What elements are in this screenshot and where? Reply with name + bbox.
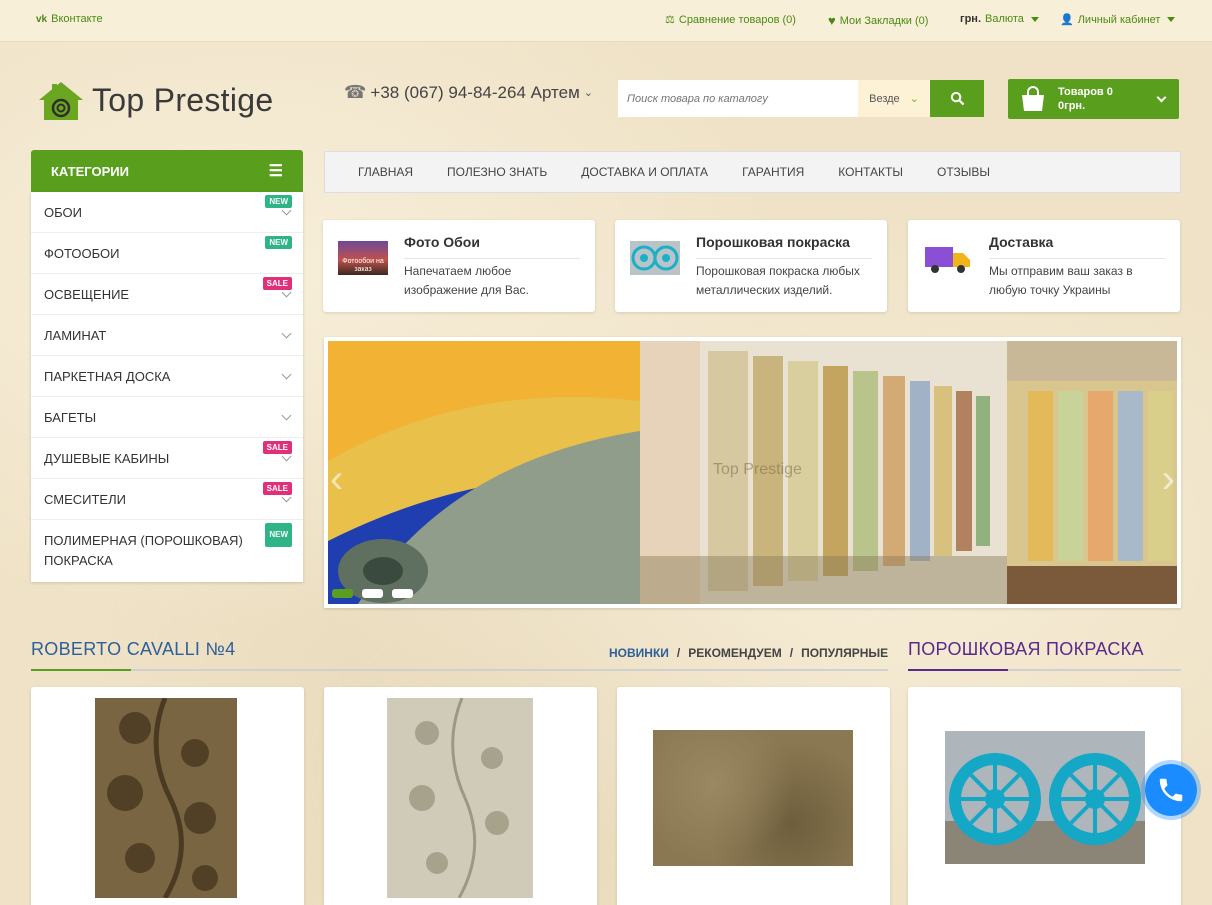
category-item-mixers[interactable]: СМЕСИТЕЛИ SALE [31,479,303,520]
product-image [653,730,853,866]
feature-delivery[interactable]: Доставка Мы отправим ваш заказ в любую т… [908,220,1180,312]
menu-item-warranty[interactable]: ГАРАНТИЯ [742,165,804,179]
compare-link[interactable]: ⚖ Сравнение товаров (0) [665,13,796,27]
chevron-down-icon [281,369,292,379]
product-card[interactable] [31,687,304,905]
bookmarks-link[interactable]: ♥ Мои Закладки (0) [828,13,928,28]
search-input[interactable] [618,80,858,117]
product-card[interactable] [617,687,890,905]
category-item-powder-coating[interactable]: ПОЛИМЕРНАЯ (ПОРОШКОВАЯ) ПОКРАСКА NEW [31,520,303,582]
chevron-down-icon: ⌄ [909,93,919,105]
section-title-powder: ПОРОШКОВАЯ ПОКРАСКА [908,639,1144,659]
search-button[interactable] [930,80,984,117]
slider-watermark: Top Prestige [713,461,802,478]
section-title-roberto: ROBERTO CAVALLI №4 [31,639,236,659]
heart-icon: ♥ [828,13,836,28]
hero-slider: Top Prestige ‹ › [324,337,1181,608]
main-menu: ГЛАВНАЯ ПОЛЕЗНО ЗНАТЬ ДОСТАВКА И ОПЛАТА … [324,151,1181,193]
section-divider [31,669,888,671]
product-image [95,698,237,898]
feature-title: Фото Обои [404,234,580,259]
new-badge: NEW [265,236,292,249]
feature-desc: Мы отправим ваш заказ в любую точку Укра… [989,264,1133,297]
categories-list: ОБОИ NEW ФОТООБОИ NEW ОСВЕЩЕНИЕ SALE ЛАМ… [31,192,303,582]
feature-desc: Порошковая покраска любых металлических … [696,264,860,297]
scales-icon: ⚖ [665,14,675,26]
slider-dot[interactable] [392,589,413,598]
feature-photo-wallpaper[interactable]: Фотообои на заказ Фото Обои Напечатаем л… [323,220,595,312]
slider-dots [332,589,413,598]
feature-title: Доставка [989,234,1165,259]
category-item-lighting[interactable]: ОСВЕЩЕНИЕ SALE [31,274,303,315]
product-image [387,698,533,898]
slider-prev-arrow[interactable]: ‹ [330,457,343,502]
category-item-parquet[interactable]: ПАРКЕТНАЯ ДОСКА [31,356,303,397]
currency-dropdown[interactable]: грн. Валюта [960,13,1039,25]
search-icon [950,91,964,106]
search-bar: Везде ⌄ [618,80,984,117]
chevron-down-icon [1156,92,1167,102]
category-item-fotooboi[interactable]: ФОТООБОИ NEW [31,233,303,274]
product-card[interactable] [324,687,597,905]
cart-count: Товаров 0 [1058,86,1113,98]
chevron-down-icon [281,410,292,420]
tab-new[interactable]: НОВИНКИ [609,646,669,660]
tab-popular[interactable]: ПОПУЛЯРНЫЕ [801,646,888,660]
site-logo[interactable]: Top Prestige [36,78,273,122]
search-scope-dropdown[interactable]: Везде ⌄ [858,80,930,117]
menu-item-reviews[interactable]: ОТЗЫВЫ [937,165,990,179]
hamburger-icon: ☰ [268,163,283,180]
house-logo-icon [39,82,83,120]
slider-next-arrow[interactable]: › [1162,457,1175,502]
caret-down-icon [1030,16,1039,22]
vk-icon: vk [36,13,48,25]
logo-text: Top Prestige [92,81,274,118]
cart-total: 0грн. [1058,100,1086,112]
tab-recommended[interactable]: РЕКОМЕНДУЕМ [688,646,782,660]
slider-dot[interactable] [332,589,353,598]
slide-image[interactable]: Top Prestige [328,341,1177,604]
photo-wallpaper-thumb: Фотообои на заказ [338,241,388,275]
menu-item-contacts[interactable]: КОНТАКТЫ [838,165,903,179]
menu-item-home[interactable]: ГЛАВНАЯ [358,165,413,179]
categories-header[interactable]: КАТЕГОРИИ ☰ [31,150,303,192]
menu-item-useful[interactable]: ПОЛЕЗНО ЗНАТЬ [447,165,547,179]
product-image [945,731,1145,864]
phone-icon [1159,778,1183,802]
caret-down-icon [1167,17,1176,22]
category-item-baguettes[interactable]: БАГЕТЫ [31,397,303,438]
wheels-thumb [630,241,680,275]
currency-code: грн. [960,13,982,25]
product-card[interactable] [908,687,1181,905]
truck-icon [925,247,970,273]
category-item-laminate[interactable]: ЛАМИНАТ [31,315,303,356]
new-badge: NEW [265,523,292,547]
menu-item-delivery[interactable]: ДОСТАВКА И ОПЛАТА [581,165,708,179]
feature-powder-coating[interactable]: Порошковая покраска Порошковая покраска … [615,220,887,312]
feature-desc: Напечатаем любое изображение для Вас. [404,264,529,297]
account-dropdown[interactable]: 👤 Личный кабинет [1060,13,1176,26]
chevron-down-icon: ⌄ [583,87,593,99]
user-icon: 👤 [1060,14,1074,26]
callback-button[interactable] [1141,760,1201,820]
section-divider [908,669,1181,671]
cart-button[interactable]: Товаров 0 0грн. [1008,79,1179,119]
slider-dot[interactable] [362,589,383,598]
category-item-oboi[interactable]: ОБОИ NEW [31,192,303,233]
phone-icon: ☎ [344,82,367,102]
product-tabs: НОВИНКИ / РЕКОМЕНДУЕМ / ПОПУЛЯРНЫЕ [609,646,889,660]
feature-title: Порошковая покраска [696,234,872,259]
chevron-down-icon [281,328,292,338]
vk-link[interactable]: vk Вконтакте [36,13,103,25]
top-bar: vk Вконтакте ⚖ Сравнение товаров (0) ♥ М… [0,0,1212,42]
category-item-shower[interactable]: ДУШЕВЫЕ КАБИНЫ SALE [31,438,303,479]
shopping-bag-icon [1022,86,1044,111]
phone-dropdown[interactable]: ☎ +38 (067) 94-84-264 Артем ⌄ [344,82,593,103]
